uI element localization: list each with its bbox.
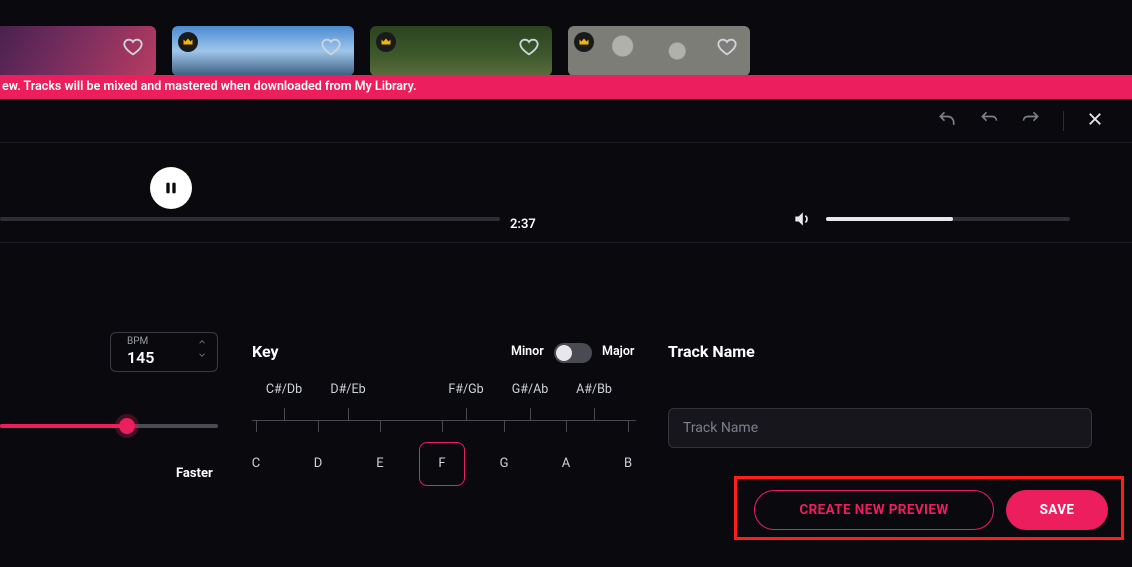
- volume-slider-fill: [826, 217, 953, 221]
- player-bar: 2:37: [0, 143, 1132, 243]
- save-button[interactable]: SAVE: [1006, 490, 1108, 530]
- key-option-d[interactable]: D: [314, 456, 323, 471]
- crown-icon: [376, 32, 396, 52]
- playback-progress[interactable]: [0, 217, 500, 221]
- template-card[interactable]: [370, 26, 552, 76]
- info-banner: ew. Tracks will be mixed and mastered wh…: [0, 75, 1132, 99]
- template-thumbnail-row: [0, 26, 750, 76]
- key-option-a[interactable]: A: [562, 456, 570, 471]
- template-card[interactable]: [0, 26, 156, 76]
- redo-icon[interactable]: [1021, 109, 1041, 133]
- key-naturals-row: C D E F G A B: [252, 456, 636, 480]
- template-card[interactable]: [568, 26, 750, 76]
- key-picker: C#/Db D#/Eb F#/Gb G#/Ab A#/Bb C D E: [252, 382, 636, 480]
- tempo-slider-thumb[interactable]: [119, 418, 135, 434]
- crown-icon: [178, 32, 198, 52]
- pause-button[interactable]: [150, 167, 192, 209]
- tempo-slider-fill: [0, 424, 126, 428]
- key-mode-toggle[interactable]: [554, 343, 592, 363]
- key-sharps-row: C#/Db D#/Eb F#/Gb G#/Ab A#/Bb: [252, 382, 636, 402]
- key-option-dsharp[interactable]: D#/Eb: [330, 382, 365, 397]
- close-icon[interactable]: [1086, 110, 1104, 132]
- bpm-stepper[interactable]: BPM 145: [110, 332, 218, 372]
- pause-icon: [163, 180, 179, 196]
- major-label: Major: [602, 344, 634, 359]
- heart-icon[interactable]: [320, 36, 342, 62]
- heart-icon[interactable]: [122, 36, 144, 62]
- key-axis: [252, 408, 636, 438]
- key-option-c[interactable]: C: [252, 456, 260, 471]
- track-name-label: Track Name: [668, 342, 755, 361]
- volume-icon[interactable]: [792, 209, 812, 233]
- heart-icon[interactable]: [518, 36, 540, 62]
- key-option-csharp[interactable]: C#/Db: [266, 382, 302, 397]
- key-option-g[interactable]: G: [500, 456, 509, 471]
- key-option-gsharp[interactable]: G#/Ab: [512, 382, 549, 397]
- create-preview-button[interactable]: CREATE NEW PREVIEW: [754, 490, 994, 530]
- key-section-label: Key: [252, 342, 279, 361]
- bpm-label: BPM: [127, 336, 148, 347]
- toggle-knob: [556, 345, 572, 361]
- heart-icon[interactable]: [716, 36, 738, 62]
- template-card[interactable]: [172, 26, 354, 76]
- reply-icon[interactable]: [937, 109, 957, 133]
- divider: [1063, 111, 1064, 131]
- chevron-down-icon[interactable]: [195, 350, 209, 360]
- volume-slider[interactable]: [826, 217, 1070, 221]
- track-name-input[interactable]: [668, 408, 1092, 448]
- undo-icon[interactable]: [979, 109, 999, 133]
- key-option-e[interactable]: E: [376, 456, 383, 471]
- bpm-value: 145: [127, 348, 154, 367]
- key-option-b[interactable]: B: [624, 456, 632, 471]
- editor-toolbar: [0, 99, 1132, 143]
- chevron-up-icon[interactable]: [195, 337, 209, 347]
- key-option-asharp[interactable]: A#/Bb: [576, 382, 612, 397]
- playback-duration: 2:37: [510, 217, 536, 232]
- tempo-label: Faster: [176, 466, 213, 481]
- crown-icon: [574, 32, 594, 52]
- key-option-fsharp[interactable]: F#/Gb: [448, 382, 483, 397]
- key-option-f[interactable]: F: [438, 456, 445, 471]
- minor-label: Minor: [511, 344, 544, 359]
